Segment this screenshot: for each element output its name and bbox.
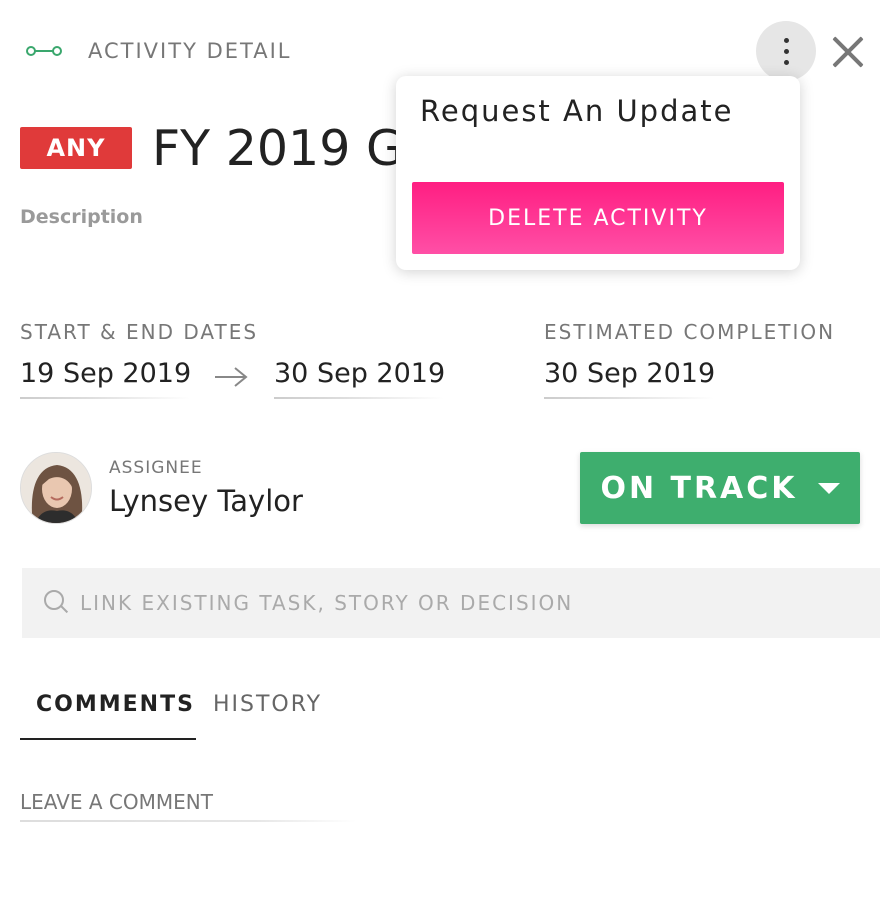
link-search-bar[interactable] bbox=[22, 568, 880, 638]
assignee-name[interactable]: Lynsey Taylor bbox=[109, 484, 303, 518]
estimated-completion-label: ESTIMATED COMPLETION bbox=[544, 320, 836, 344]
start-date-underline bbox=[20, 397, 190, 399]
request-update-menu-item[interactable]: Request An Update bbox=[420, 94, 733, 128]
estimated-date-underline bbox=[544, 397, 714, 399]
activity-title[interactable]: FY 2019 Go bbox=[152, 116, 402, 182]
priority-badge: ANY bbox=[20, 127, 132, 169]
status-label: ON TRACK bbox=[600, 470, 798, 506]
arrow-right-icon bbox=[215, 367, 248, 387]
description-label[interactable]: Description bbox=[20, 206, 143, 228]
tab-history[interactable]: HISTORY bbox=[213, 692, 322, 717]
start-end-dates-label: START & END DATES bbox=[20, 320, 259, 344]
link-search-input[interactable] bbox=[80, 591, 840, 615]
panel-title: ACTIVITY DETAIL bbox=[88, 39, 292, 63]
activity-title-container: FY 2019 Go bbox=[152, 116, 402, 182]
comment-input[interactable]: LEAVE A COMMENT bbox=[20, 790, 213, 814]
tab-comments[interactable]: COMMENTS bbox=[36, 692, 195, 717]
status-dropdown-button[interactable]: ON TRACK bbox=[580, 452, 860, 524]
timeline-link-icon bbox=[26, 44, 62, 58]
avatar[interactable] bbox=[20, 452, 92, 524]
end-date[interactable]: 30 Sep 2019 bbox=[274, 358, 445, 389]
assignee-label: ASSIGNEE bbox=[109, 458, 203, 478]
more-options-menu: Request An Update DELETE ACTIVITY bbox=[396, 76, 800, 270]
estimated-completion-date[interactable]: 30 Sep 2019 bbox=[544, 358, 715, 389]
end-date-underline bbox=[274, 397, 444, 399]
delete-activity-button[interactable]: DELETE ACTIVITY bbox=[412, 182, 784, 254]
avatar-portrait-icon bbox=[21, 453, 91, 523]
close-icon[interactable] bbox=[828, 32, 868, 72]
search-icon bbox=[44, 590, 70, 616]
caret-down-icon bbox=[817, 482, 840, 494]
more-options-button[interactable] bbox=[756, 21, 816, 81]
start-date[interactable]: 19 Sep 2019 bbox=[20, 358, 191, 389]
more-vertical-icon bbox=[783, 37, 789, 43]
panel-header: ACTIVITY DETAIL bbox=[26, 36, 291, 66]
active-tab-indicator bbox=[20, 738, 196, 740]
comment-underline bbox=[20, 820, 356, 822]
